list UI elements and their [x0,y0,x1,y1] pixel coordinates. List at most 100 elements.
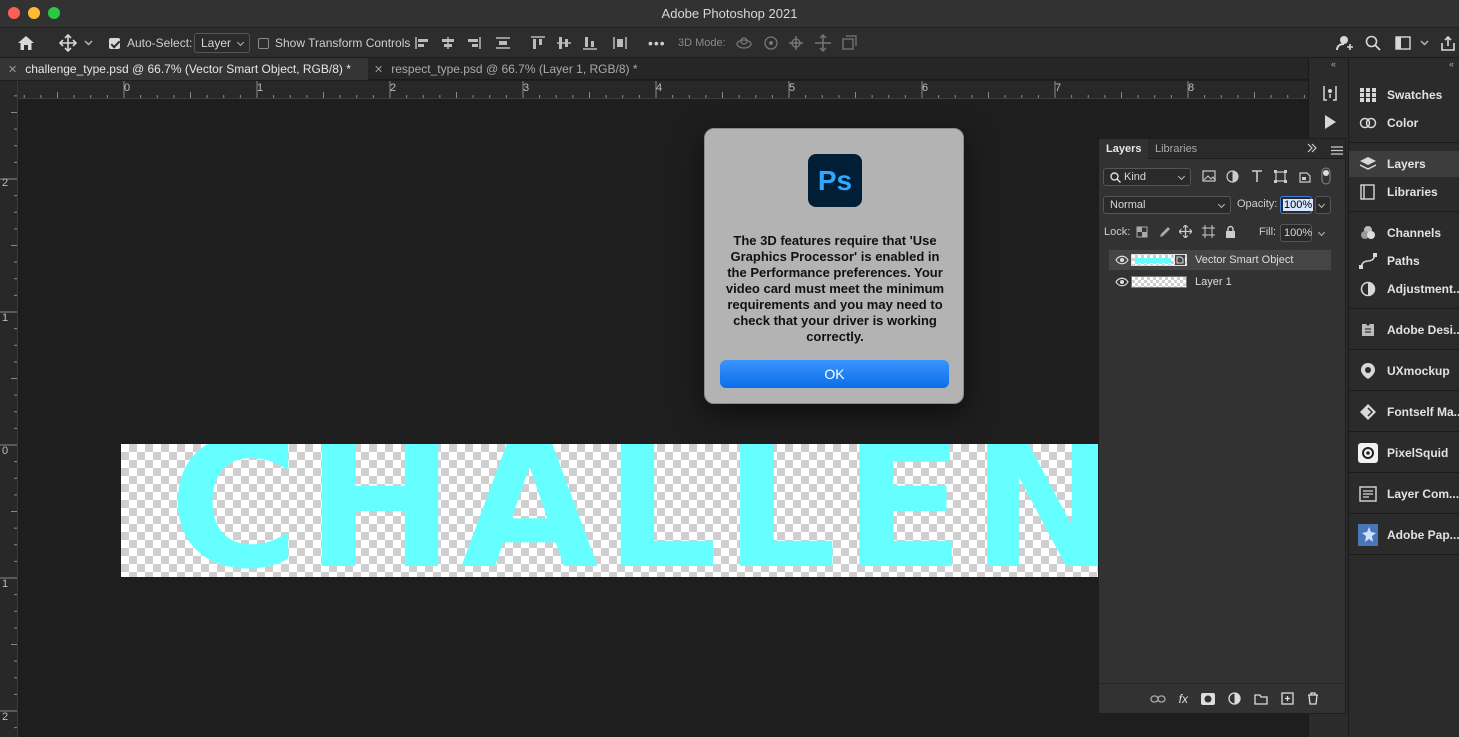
workspace-icon[interactable] [1395,28,1411,58]
panel-adobe-paper[interactable]: Adobe Pap... [1349,522,1459,548]
visibility-eye-icon[interactable] [1115,277,1129,287]
add-layer-style-icon[interactable]: fx [1179,692,1188,706]
align-top-edges-icon[interactable] [530,28,546,58]
filter-toggle-switch[interactable] [1321,167,1331,188]
layer-name[interactable]: Layer 1 [1195,276,1232,288]
align-right-edges-icon[interactable] [465,28,481,58]
expand-panel-icon[interactable] [1307,142,1317,156]
distribute-vertical-icon[interactable] [495,28,511,58]
filter-shape-icon[interactable] [1274,170,1287,186]
filter-pixel-icon[interactable] [1202,170,1216,185]
panel-layers[interactable]: Layers [1349,151,1459,177]
new-fill-adjustment-layer-icon[interactable] [1228,692,1241,705]
layer-thumbnail [1131,276,1187,288]
more-options-button[interactable]: ••• [648,28,666,58]
lock-transparent-pixels-icon[interactable] [1136,226,1148,241]
auto-select-label: Auto-Select: [127,36,193,50]
fill-input[interactable]: 100% [1280,224,1312,242]
paths-icon [1358,252,1378,270]
new-group-folder-icon[interactable] [1254,693,1268,705]
orbit-3d-icon[interactable] [735,28,753,58]
tab-label: challenge_type.psd @ 66.7% (Vector Smart… [25,62,351,76]
panel-libraries[interactable]: Libraries [1349,179,1459,205]
new-layer-icon[interactable] [1281,692,1294,705]
show-transform-controls-checkbox[interactable] [258,28,269,58]
delete-layer-trash-icon[interactable] [1307,692,1319,705]
lock-artboard-icon[interactable] [1202,225,1215,241]
ruler-label: 0 [2,445,9,457]
opacity-label: Opacity: [1237,198,1278,210]
layer-row[interactable]: Vector Smart Object [1109,250,1331,270]
panel-separator [1349,211,1459,212]
panel-adjustments[interactable]: Adjustment... [1349,276,1459,302]
scale-3d-icon[interactable] [840,28,858,58]
panel-color[interactable]: Color [1349,110,1459,136]
history-icon[interactable] [1321,84,1339,105]
panel-uxmockup[interactable]: UXmockup [1349,358,1459,384]
auto-select-checkbox[interactable] [109,28,120,58]
align-vertical-centers-icon[interactable] [556,28,572,58]
ruler-label: 1 [2,312,9,324]
layers-icon [1358,155,1378,173]
actions-play-icon[interactable] [1323,114,1337,133]
panel-layer-comps[interactable]: Layer Com... [1349,481,1459,507]
align-left-edges-icon[interactable] [415,28,431,58]
panel-separator [1349,554,1459,555]
align-horizontal-centers-icon[interactable] [440,28,456,58]
layer-name[interactable]: Vector Smart Object [1195,254,1293,266]
link-layers-icon[interactable] [1150,694,1166,704]
fill-chevron-down-icon[interactable] [1315,224,1331,242]
tab-challenge-type[interactable]: ✕ challenge_type.psd @ 66.7% (Vector Sma… [0,58,368,80]
tool-preset-chevron-down-icon[interactable] [84,28,93,58]
opacity-input[interactable]: 100% [1280,196,1314,214]
filter-adjustment-icon[interactable] [1226,170,1239,186]
panel-label: Adjustment... [1387,282,1459,296]
panel-adobe-design[interactable]: Adobe Desi... [1349,317,1459,343]
distribute-horizontal-icon[interactable] [612,28,628,58]
lock-image-pixels-icon[interactable] [1158,225,1171,241]
panel-channels[interactable]: Channels [1349,220,1459,246]
challenge-text-layer[interactable]: CHALLENGE [169,444,1098,577]
panel-menu-icon[interactable] [1331,144,1343,158]
tab-libraries[interactable]: Libraries [1155,139,1197,159]
collapse-panels-icon[interactable]: « [1331,59,1336,69]
move-tool-icon[interactable] [59,28,77,58]
home-icon[interactable] [17,28,35,58]
search-icon[interactable] [1365,28,1381,58]
filter-kind-dropdown[interactable]: Kind [1103,168,1191,186]
logo-text: Ps [817,164,853,196]
opacity-value: 100% [1283,199,1314,211]
panel-pixelsquid[interactable]: PixelSquid [1349,440,1459,466]
panel-swatches[interactable]: Swatches [1349,82,1459,108]
close-tab-icon[interactable]: ✕ [374,63,383,76]
layer-row[interactable]: Layer 1 [1109,272,1331,292]
opacity-chevron-down-icon[interactable] [1315,196,1331,214]
ruler-label: 2 [390,82,397,94]
layer-comps-icon [1358,485,1378,503]
ok-button[interactable]: OK [720,360,949,388]
filter-smart-object-icon[interactable] [1299,170,1311,186]
visibility-eye-icon[interactable] [1115,255,1129,265]
share-export-icon[interactable] [1440,28,1456,58]
close-tab-icon[interactable]: ✕ [8,63,17,76]
panel-paths[interactable]: Paths [1349,248,1459,274]
collapse-dock-icon[interactable]: « [1449,59,1454,69]
blend-mode-dropdown[interactable]: Normal [1103,196,1231,214]
share-user-icon[interactable] [1336,28,1354,58]
auto-select-dropdown[interactable]: Layer [194,28,251,58]
panel-fontself[interactable]: Fontself Ma... [1349,399,1459,425]
lock-position-icon[interactable] [1178,224,1193,241]
horizontal-ruler[interactable]: 0 1 2 3 4 5 6 7 8 [18,81,1308,99]
slide-3d-icon[interactable] [814,28,832,58]
filter-type-icon[interactable] [1251,170,1263,185]
align-bottom-edges-icon[interactable] [582,28,598,58]
pan-3d-icon[interactable] [787,28,805,58]
add-mask-icon[interactable] [1201,692,1215,705]
tab-respect-type[interactable]: ✕ respect_type.psd @ 66.7% (Layer 1, RGB… [370,58,638,80]
document-canvas[interactable]: CHALLENGE [121,444,1098,577]
tab-layers[interactable]: Layers [1099,139,1149,159]
vertical-ruler[interactable]: 2 1 0 1 2 [0,81,18,737]
workspace-chevron-down-icon[interactable] [1420,28,1429,58]
roll-3d-icon[interactable] [762,28,780,58]
lock-all-icon[interactable] [1225,225,1236,241]
